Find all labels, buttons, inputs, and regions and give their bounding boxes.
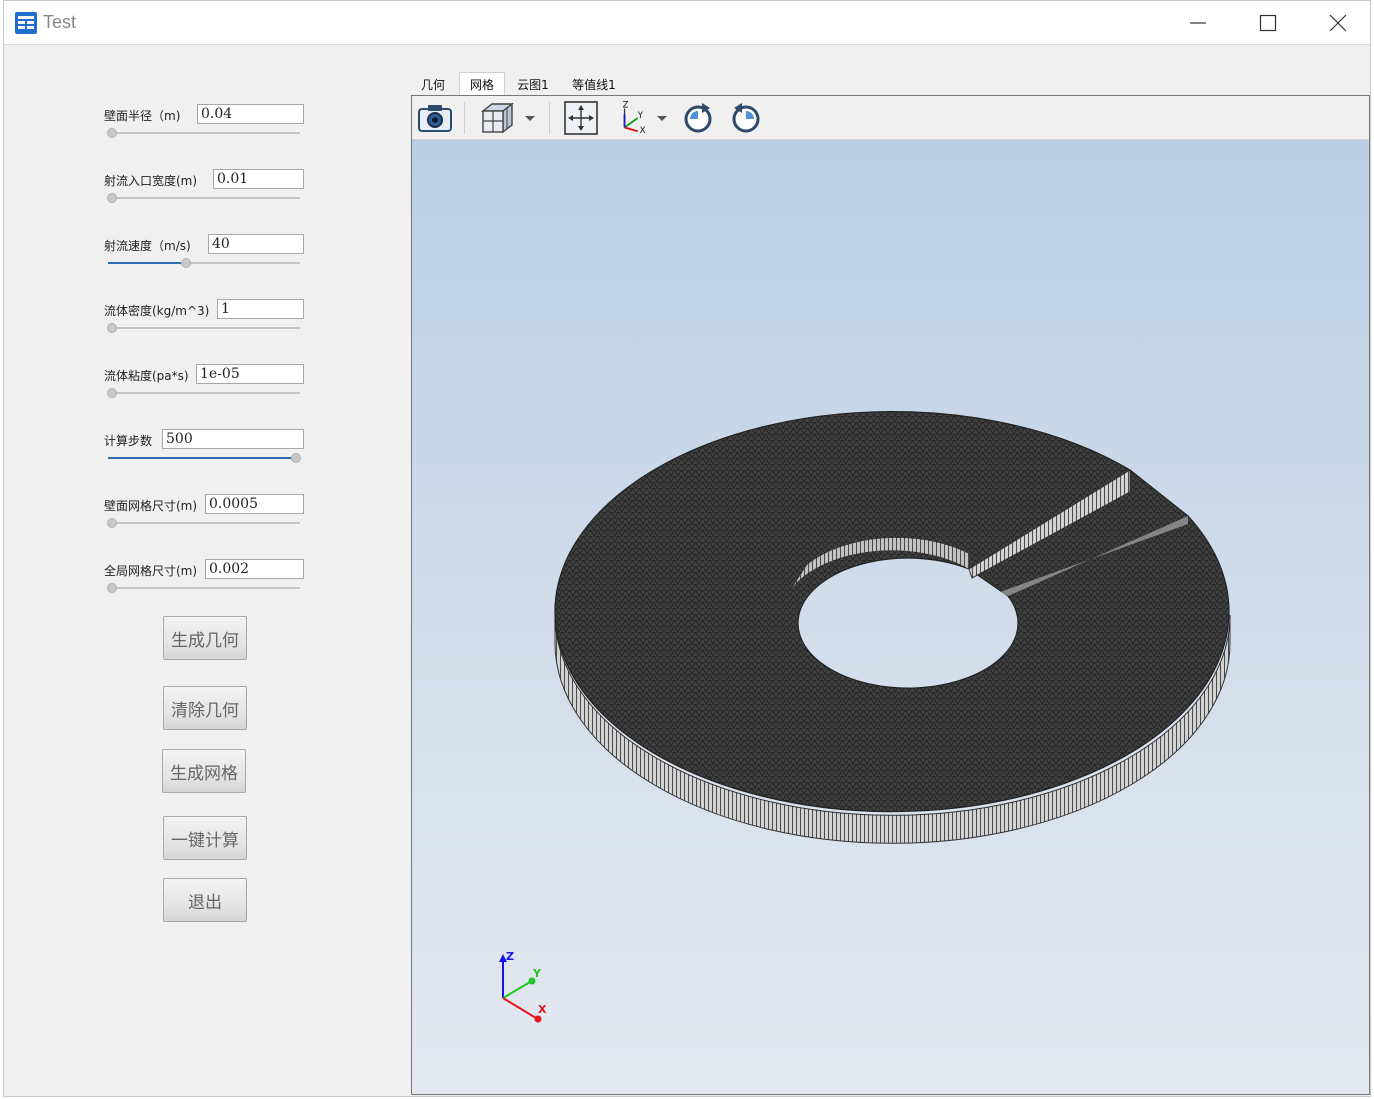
param-label: 全局网格尺寸(m): [104, 564, 198, 578]
axis-x-label: X: [538, 1003, 547, 1016]
wall-mesh-size-slider[interactable]: [107, 518, 300, 528]
maximize-button[interactable]: [1233, 1, 1303, 45]
param-label: 射流速度（m/s): [104, 239, 191, 253]
fluid-viscosity-slider[interactable]: [107, 388, 300, 398]
param-label: 射流入口宽度(m): [104, 174, 198, 188]
param-fluid-viscosity: 流体粘度(pa*s): [104, 364, 304, 404]
param-label: 壁面网格尺寸(m): [104, 499, 198, 513]
tab-isoline-1[interactable]: 等值线1: [562, 72, 626, 96]
param-jet-velocity: 射流速度（m/s): [104, 234, 304, 274]
svg-text:X: X: [640, 126, 646, 135]
fluid-viscosity-input[interactable]: [196, 364, 304, 384]
slider-fill: [108, 457, 300, 459]
jet-velocity-input[interactable]: [208, 234, 304, 254]
3d-viewport[interactable]: Z Y X: [412, 140, 1369, 1094]
global-mesh-size-input[interactable]: [205, 559, 304, 579]
param-fluid-density: 流体密度(kg/m^3): [104, 299, 304, 339]
toolbar-separator: [464, 102, 465, 134]
wall-radius-input[interactable]: [197, 104, 304, 124]
viewer-toolbar: Z Y X: [412, 96, 1369, 140]
tab-geometry[interactable]: 几何: [412, 72, 454, 96]
axis-y-label: Y: [532, 967, 542, 980]
axes-orientation-icon[interactable]: Z Y X: [614, 101, 654, 135]
param-wall-radius: 壁面半径（m): [104, 104, 304, 144]
param-compute-steps: 计算步数: [104, 429, 304, 469]
toolbar-separator: [549, 102, 550, 134]
slider-handle[interactable]: [107, 583, 117, 593]
slider-handle[interactable]: [107, 323, 117, 333]
chevron-down-icon[interactable]: [655, 101, 669, 135]
param-label: 流体粘度(pa*s): [104, 369, 189, 383]
chevron-down-icon[interactable]: [523, 101, 537, 135]
exit-button[interactable]: 退出: [163, 878, 247, 922]
title-bar: Test: [4, 1, 1370, 45]
global-mesh-size-slider[interactable]: [107, 583, 300, 593]
svg-text:Z: Z: [623, 101, 629, 111]
cube-view-icon[interactable]: [479, 101, 515, 135]
axis-z-label: Z: [506, 950, 514, 963]
param-wall-mesh-size: 壁面网格尺寸(m): [104, 494, 304, 534]
close-button[interactable]: [1303, 1, 1373, 45]
rotate-clockwise-icon[interactable]: [680, 101, 716, 135]
svg-text:Y: Y: [637, 111, 644, 121]
slider-handle[interactable]: [107, 388, 117, 398]
generate-mesh-button[interactable]: 生成网格: [162, 749, 246, 793]
slider-handle[interactable]: [107, 193, 117, 203]
param-label: 计算步数: [104, 434, 153, 448]
param-global-mesh-size: 全局网格尺寸(m): [104, 559, 304, 599]
compute-steps-input[interactable]: [162, 429, 304, 449]
fluid-density-slider[interactable]: [107, 323, 300, 333]
generate-geometry-button[interactable]: 生成几何: [163, 616, 247, 660]
camera-icon[interactable]: [417, 101, 453, 135]
axis-triad: Z Y X: [499, 950, 547, 1023]
fit-view-icon[interactable]: [563, 101, 599, 135]
parameter-panel: 壁面半径（m) 射流入口宽度(m) 射流速度（m/s) 流体密度(kg/m^3)…: [4, 45, 410, 1095]
jet-inlet-width-slider[interactable]: [107, 193, 300, 203]
render-viewer: Z Y X Z Y X: [411, 95, 1370, 1095]
compute-steps-slider[interactable]: [108, 453, 301, 463]
jet-velocity-slider[interactable]: [108, 258, 300, 268]
wall-mesh-size-input[interactable]: [205, 494, 304, 514]
rotate-counterclockwise-icon[interactable]: [728, 101, 764, 135]
app-table-icon: [15, 12, 37, 34]
tab-contour-plot-1[interactable]: 云图1: [510, 72, 556, 96]
app-window: Test 壁面半径（m) 射流入口宽度(m) 射流速度（m/s) 流体密度(kg…: [3, 0, 1371, 1097]
param-label: 流体密度(kg/m^3): [104, 304, 210, 318]
jet-inlet-width-input[interactable]: [213, 169, 304, 189]
slider-handle[interactable]: [291, 453, 301, 463]
one-click-compute-button[interactable]: 一键计算: [163, 816, 247, 860]
fluid-density-input[interactable]: [217, 299, 304, 319]
param-label: 壁面半径（m): [104, 109, 181, 123]
minimize-button[interactable]: [1163, 1, 1233, 45]
maximize-icon: [1259, 14, 1277, 32]
slider-handle[interactable]: [107, 518, 117, 528]
window-title: Test: [43, 12, 77, 32]
tab-mesh[interactable]: 网格: [459, 72, 505, 96]
slider-fill: [108, 262, 185, 264]
close-icon: [1329, 14, 1347, 32]
minimize-icon: [1190, 22, 1206, 24]
slider-handle[interactable]: [107, 128, 117, 138]
wall-radius-slider[interactable]: [107, 128, 300, 138]
slider-handle[interactable]: [180, 258, 191, 268]
clear-geometry-button[interactable]: 清除几何: [163, 686, 247, 730]
param-jet-inlet-width: 射流入口宽度(m): [104, 169, 304, 209]
